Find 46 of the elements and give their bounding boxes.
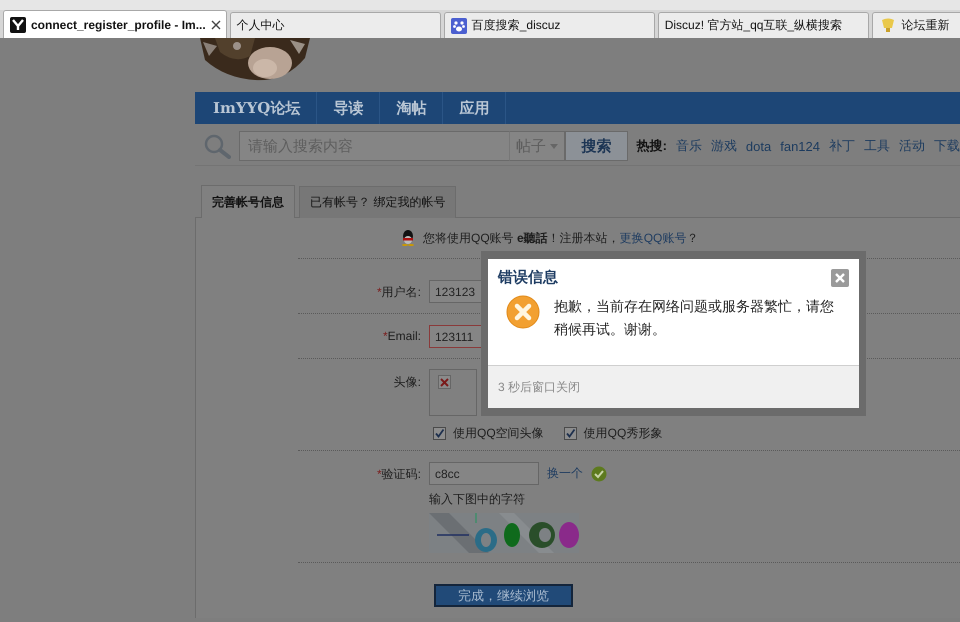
hot-link[interactable]: 下载 — [934, 137, 960, 155]
nav-link[interactable]: 应用 — [443, 92, 506, 124]
hot-label: 热搜: — [636, 137, 667, 155]
search-button[interactable]: 搜索 — [565, 131, 628, 161]
broken-image-icon — [438, 375, 451, 389]
hot-link[interactable]: 音乐 — [676, 137, 702, 155]
caret-icon — [550, 144, 558, 148]
browser-tab[interactable]: 论坛重新 — [872, 12, 960, 38]
change-account-link[interactable]: 更换QQ账号 — [620, 230, 686, 244]
search-icon — [203, 133, 231, 159]
field-label: *用户名: — [376, 284, 421, 301]
dialog-message: 抱歉，当前存在网络问题或服务器繁忙，请您稍候再试。谢谢。 — [554, 297, 835, 339]
form-tab[interactable]: 已有帐号？ 绑定我的帐号 — [299, 186, 456, 218]
checkbox-option[interactable]: 使用QQ秀形象 — [564, 425, 662, 442]
dialog-footer-text: 3 秒后窗口关闭 — [498, 378, 580, 396]
close-icon[interactable] — [210, 20, 221, 30]
hot-link[interactable]: 游戏 — [710, 137, 737, 155]
checkbox[interactable] — [564, 427, 577, 440]
notice-text: 您将使用QQ账号 e聽話！注册本站，更换QQ账号？ — [423, 230, 698, 246]
field-label: *验证码: — [376, 466, 421, 483]
nav-link[interactable]: 淘帖 — [380, 92, 444, 124]
penguin-icon — [401, 230, 415, 246]
field-label: 头像: — [392, 374, 421, 391]
hot-link[interactable]: 补丁 — [829, 137, 855, 155]
error-icon — [506, 295, 540, 329]
paw-icon — [450, 18, 467, 34]
checkbox[interactable] — [433, 427, 446, 440]
browser-tab[interactable]: 个人中心 — [230, 12, 441, 38]
field-label: *Email: — [382, 328, 421, 345]
browser-tab[interactable]: connect_register_profile - Im... — [3, 10, 227, 38]
hot-link[interactable]: fan124 — [780, 138, 820, 154]
browser-tab[interactable]: Discuz! 官方站_qq互联_纵横搜索 — [658, 12, 869, 38]
nav-link[interactable]: ImYYQ论坛 — [195, 92, 318, 124]
checkbox-option[interactable]: 使用QQ空间头像 — [433, 425, 544, 442]
captcha-hint: 输入下图中的字符 — [429, 491, 525, 508]
refresh-link[interactable]: 换一个 — [547, 465, 583, 482]
dialog-title: 错误信息 — [498, 268, 558, 287]
hot-link[interactable]: dota — [746, 138, 772, 154]
browser-tab[interactable]: 百度搜索_discuz — [444, 12, 655, 38]
nav-link[interactable]: 导读 — [317, 92, 380, 124]
logo-icon — [10, 16, 26, 32]
hot-link[interactable]: 工具 — [864, 137, 890, 155]
captcha-field[interactable]: c8cc — [429, 462, 539, 485]
form-tab[interactable]: 完善帐号信息 — [201, 185, 295, 218]
hot-link[interactable]: 活动 — [899, 137, 925, 155]
submit-button[interactable]: 完成，继续浏览 — [434, 584, 573, 607]
